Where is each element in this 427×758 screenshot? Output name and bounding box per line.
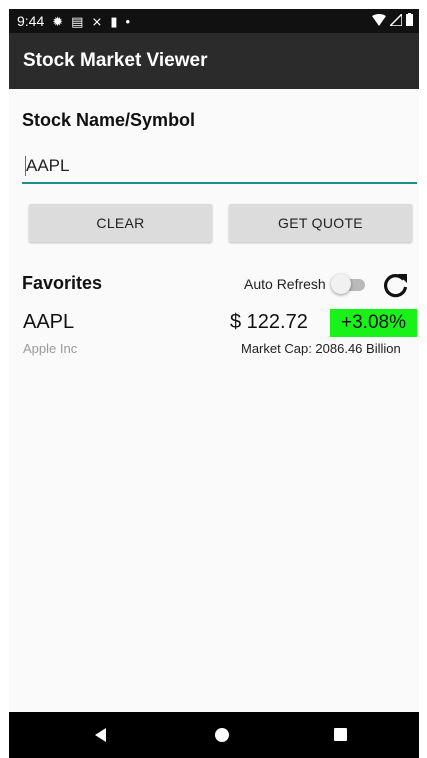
stock-symbol: AAPL — [23, 311, 75, 333]
stock-change-badge: +3.08% — [330, 309, 417, 337]
message-icon: ▤ — [71, 13, 84, 29]
sd-card-icon: ▮ — [110, 13, 118, 29]
status-bar: 9:44 ✹ ▤ ⨯ ▮ • — [9, 9, 419, 33]
stock-market-cap: Market Cap: 2086.46 Billion — [241, 341, 401, 356]
status-icons: ✹ ▤ ⨯ ▮ • — [52, 15, 130, 28]
back-icon[interactable] — [95, 728, 106, 742]
clear-button[interactable]: CLEAR — [29, 204, 212, 242]
stock-company-name: Apple Inc — [23, 341, 78, 356]
app-screen: 9:44 ✹ ▤ ⨯ ▮ • Stock Market Viewer Stock… — [9, 9, 419, 758]
app-bar: Stock Market Viewer — [9, 33, 419, 89]
stock-search-input[interactable]: AAPL — [22, 152, 417, 184]
favorites-title: Favorites — [22, 273, 103, 293]
navigation-bar — [9, 712, 419, 758]
get-quote-button[interactable]: GET QUOTE — [229, 204, 412, 242]
battery-icon — [406, 13, 413, 26]
usb-icon: ⨯ — [91, 13, 103, 29]
stock-search-value[interactable]: AAPL — [26, 156, 69, 176]
stock-price: $ 122.72 — [230, 311, 308, 333]
home-icon[interactable] — [215, 728, 229, 742]
gear-icon: ✹ — [52, 13, 64, 29]
status-time: 9:44 — [17, 13, 45, 29]
refresh-icon[interactable] — [382, 271, 410, 299]
stock-search-label: Stock Name/Symbol — [22, 110, 196, 130]
wifi-icon — [372, 13, 386, 26]
recents-icon[interactable] — [334, 728, 347, 741]
dot-icon: • — [125, 13, 131, 29]
auto-refresh-toggle[interactable] — [331, 273, 365, 295]
status-right-icons — [372, 13, 413, 26]
signal-icon — [390, 13, 402, 26]
auto-refresh-label: Auto Refresh — [244, 276, 326, 292]
app-title: Stock Market Viewer — [23, 50, 208, 71]
toggle-thumb — [331, 274, 351, 294]
